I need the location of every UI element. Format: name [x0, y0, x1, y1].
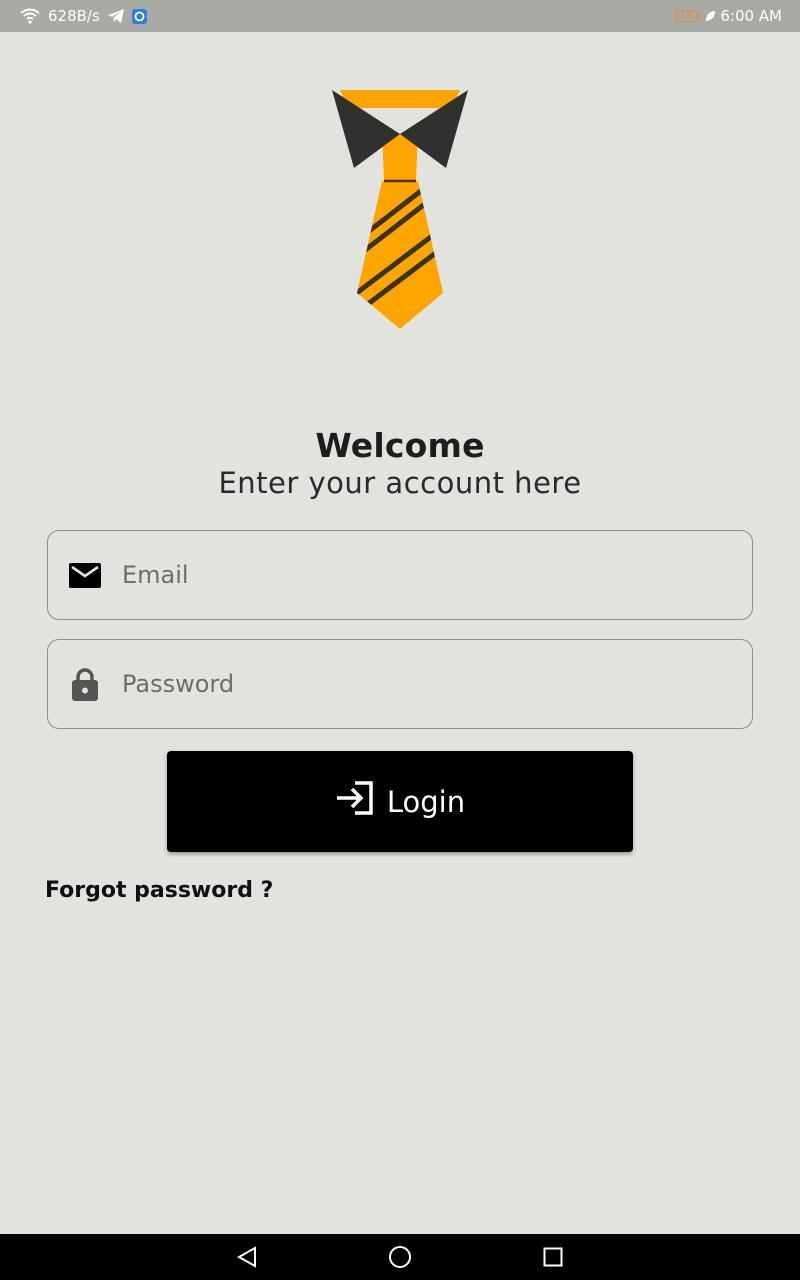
app-notification-icon: [131, 8, 147, 24]
status-right: 18 6:00 AM: [675, 7, 782, 25]
password-field[interactable]: [47, 639, 753, 729]
mail-icon: [48, 562, 122, 588]
charging-leaf-icon: [705, 10, 716, 22]
login-button[interactable]: Login: [167, 751, 633, 852]
password-input[interactable]: [122, 670, 752, 698]
back-icon[interactable]: [227, 1237, 267, 1277]
welcome-title: Welcome: [315, 426, 485, 465]
clock: 6:00 AM: [720, 7, 782, 25]
recents-icon[interactable]: [533, 1237, 573, 1277]
battery-icon: 18: [675, 10, 701, 22]
email-field[interactable]: [47, 530, 753, 620]
telegram-icon: [107, 9, 124, 23]
navigation-bar: [0, 1234, 800, 1280]
status-left: 628B/s: [20, 7, 147, 25]
lock-icon: [48, 667, 122, 701]
home-icon[interactable]: [380, 1237, 420, 1277]
wifi-icon: [20, 8, 40, 24]
battery-level: 18: [680, 10, 693, 21]
email-input[interactable]: [122, 561, 752, 589]
welcome-subtitle: Enter your account here: [218, 466, 582, 500]
login-arrow-icon: [335, 781, 373, 822]
login-label: Login: [386, 784, 466, 819]
forgot-password-link[interactable]: Forgot password ?: [45, 878, 273, 903]
net-speed: 628B/s: [48, 7, 100, 25]
status-bar: 628B/s 18 6:00 AM: [0, 0, 800, 32]
necktie-logo: [332, 90, 468, 329]
